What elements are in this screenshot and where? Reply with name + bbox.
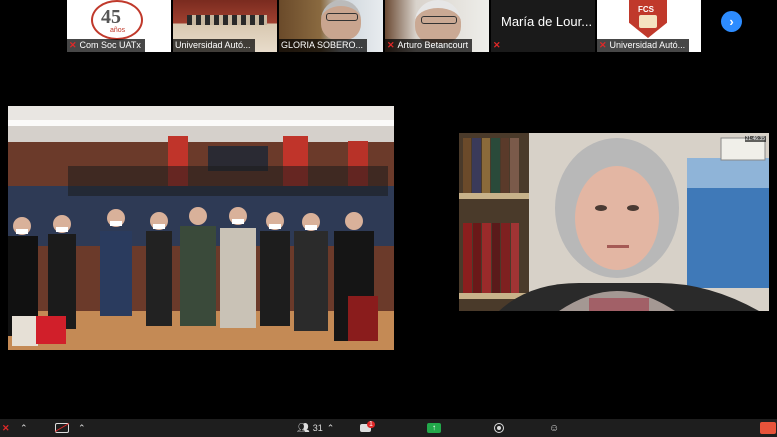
- recording-timestamp: 21:46:35: [744, 136, 766, 142]
- participant-name: Com Soc UATx: [79, 40, 141, 50]
- participant-tile-com-soc[interactable]: 45 años ✕ Com Soc UATx: [67, 0, 171, 52]
- participant-tile-universidad-2[interactable]: FCS ✕ Universidad Autó...: [597, 0, 701, 52]
- video-options-chevron[interactable]: ⌃: [78, 421, 86, 435]
- record-button[interactable]: [494, 421, 504, 435]
- anniversary-logo: 45 años: [91, 0, 143, 40]
- end-icon: [760, 422, 776, 434]
- chevron-up-icon: ⌃: [326, 422, 335, 433]
- participant-name-label: ✕ Arturo Betancourt: [385, 39, 473, 52]
- participant-tile-maria[interactable]: María de Lour... ✕: [491, 0, 595, 52]
- chat-badge: 1: [367, 420, 375, 428]
- participant-name-label: GLORIA SOBERO...: [279, 39, 368, 52]
- audio-options-chevron[interactable]: ⌃: [20, 421, 28, 435]
- participant-name-large: María de Lour...: [501, 14, 593, 29]
- participant-name: Universidad Autó...: [609, 40, 686, 50]
- university-shield-logo: FCS: [629, 0, 667, 38]
- shield-text: FCS: [638, 5, 654, 14]
- participants-count: 31: [312, 423, 323, 433]
- group-photo-illustration: [8, 106, 394, 350]
- reactions-button[interactable]: ☺: [549, 421, 559, 435]
- record-icon: [494, 423, 504, 433]
- logo-number: 45: [101, 6, 121, 28]
- mic-muted-icon: ✕: [493, 40, 501, 50]
- speaker-video: 21:46:35: [459, 133, 769, 311]
- glasses-icon: [326, 13, 358, 21]
- participants-button[interactable]: 👥︎ 31 ⌃: [297, 421, 334, 435]
- end-meeting-button[interactable]: [760, 421, 776, 435]
- chat-button[interactable]: 1: [360, 420, 375, 435]
- participant-tile-arturo[interactable]: ✕ Arturo Betancourt: [385, 0, 489, 52]
- mic-muted-icon: ✕: [2, 422, 10, 433]
- share-screen-button[interactable]: ↑: [427, 421, 441, 435]
- participant-tile-gloria[interactable]: GLORIA SOBERO...: [279, 0, 383, 52]
- next-page-button[interactable]: ›: [721, 11, 742, 32]
- participant-name-label: ✕ Com Soc UATx: [67, 39, 145, 52]
- logo-subtext: años: [110, 27, 126, 34]
- mic-muted-icon: ✕: [387, 40, 395, 50]
- auditorium-people: [187, 15, 267, 25]
- mic-muted-icon: ✕: [69, 40, 77, 50]
- participant-name: GLORIA SOBERO...: [281, 40, 364, 50]
- video-button[interactable]: [54, 421, 70, 435]
- participant-name: Universidad Autó...: [175, 40, 251, 50]
- participant-tile-universidad-1[interactable]: Universidad Autó...: [173, 0, 277, 52]
- participant-strip: 45 años ✕ Com Soc UATx Universidad Autó.…: [0, 0, 777, 52]
- share-screen-icon: ↑: [427, 423, 441, 433]
- mic-muted-icon: ✕: [599, 40, 607, 50]
- camera-off-icon: [54, 423, 70, 433]
- speaker-illustration: [459, 133, 769, 311]
- chevron-up-icon: ⌃: [20, 422, 28, 433]
- participant-name: Arturo Betancourt: [397, 40, 469, 50]
- participant-name-label: ✕ Universidad Autó...: [597, 39, 690, 52]
- participant-name-label: ✕: [491, 39, 508, 52]
- shield-crest: [639, 15, 657, 28]
- participants-icon: 👥︎: [297, 422, 310, 434]
- smiley-icon: ☺: [549, 422, 560, 434]
- mute-button[interactable]: ✕: [2, 421, 10, 435]
- meeting-toolbar: ✕ ⌃ ⌃ 👥︎ 31 ⌃ 1 ↑ ☺: [0, 419, 777, 437]
- shared-photo-group: [8, 106, 394, 350]
- chevron-up-icon: ⌃: [78, 422, 86, 433]
- participant-name-label: Universidad Autó...: [173, 39, 255, 52]
- glasses-icon: [421, 16, 457, 24]
